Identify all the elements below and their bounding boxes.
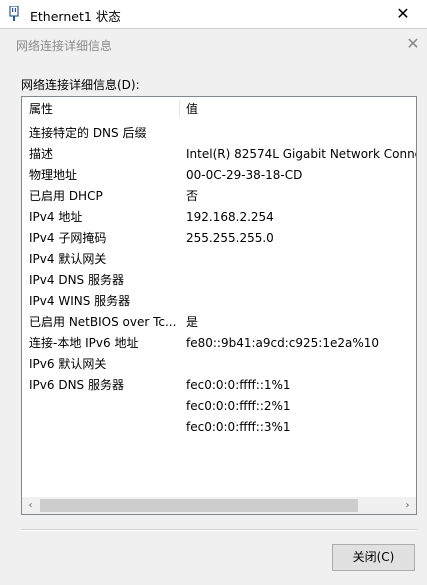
- row-value: [186, 270, 416, 291]
- row-property: 描述: [29, 147, 54, 161]
- table-row[interactable]: IPv4 地址 192.168.2.254: [22, 207, 416, 228]
- row-value: [186, 123, 416, 144]
- row-value: 00-0C-29-38-18-CD: [186, 168, 303, 182]
- table-row[interactable]: IPv6 默认网关: [22, 354, 416, 375]
- details-listview[interactable]: 属性 值 连接特定的 DNS 后缀 描述 Intel(R) 82574L Gig…: [21, 96, 417, 515]
- row-property: IPv6 DNS 服务器: [29, 378, 124, 392]
- horizontal-scrollbar[interactable]: ‹ ›: [22, 497, 416, 514]
- table-row[interactable]: fec0:0:0:ffff::3%1: [22, 417, 416, 438]
- table-row[interactable]: IPv4 WINS 服务器: [22, 291, 416, 312]
- row-property: 物理地址: [29, 168, 78, 182]
- row-value: [186, 354, 416, 375]
- row-property: IPv6 默认网关: [29, 357, 107, 371]
- listview-header: 属性 值: [22, 97, 416, 121]
- table-row[interactable]: 物理地址 00-0C-29-38-18-CD: [22, 165, 416, 186]
- table-row[interactable]: IPv4 DNS 服务器: [22, 270, 416, 291]
- table-row[interactable]: 连接特定的 DNS 后缀: [22, 123, 416, 144]
- table-row[interactable]: 已启用 NetBIOS over Tc... 是: [22, 312, 416, 333]
- scrollbar-thumb[interactable]: [40, 499, 358, 512]
- network-adapter-icon: [8, 5, 20, 22]
- network-details-dialog: 网络连接详细信息 ✕ 网络连接详细信息(D): 属性 值 连接特定的 DNS 后…: [0, 28, 427, 585]
- row-value: fe80::9b41:a9cd:c925:1e2a%10: [186, 336, 379, 350]
- dialog-close-icon[interactable]: ✕: [402, 33, 424, 55]
- row-value: 否: [186, 189, 199, 203]
- parent-window-title: Ethernet1 状态: [30, 9, 121, 24]
- parent-close-icon[interactable]: ✕: [392, 4, 414, 24]
- row-value: 192.168.2.254: [186, 210, 274, 224]
- scroll-right-icon[interactable]: ›: [399, 497, 416, 514]
- row-property: IPv4 默认网关: [29, 252, 107, 266]
- row-value: fec0:0:0:ffff::1%1: [186, 378, 291, 392]
- table-row[interactable]: IPv4 默认网关: [22, 249, 416, 270]
- row-value: fec0:0:0:ffff::3%1: [186, 420, 291, 434]
- row-property: IPv4 WINS 服务器: [29, 294, 131, 308]
- row-property: IPv4 地址: [29, 210, 83, 224]
- row-property: IPv4 DNS 服务器: [29, 273, 124, 287]
- table-row[interactable]: IPv6 DNS 服务器 fec0:0:0:ffff::1%1: [22, 375, 416, 396]
- row-property: [29, 417, 179, 438]
- table-row[interactable]: 已启用 DHCP 否: [22, 186, 416, 207]
- row-property: 连接-本地 IPv6 地址: [29, 336, 139, 350]
- listview-body: 连接特定的 DNS 后缀 描述 Intel(R) 82574L Gigabit …: [22, 123, 416, 493]
- row-property: 连接特定的 DNS 后缀: [29, 126, 147, 140]
- dialog-title: 网络连接详细信息: [16, 39, 113, 53]
- row-value: 是: [186, 315, 199, 329]
- row-value: [186, 249, 416, 270]
- column-header-value[interactable]: 值: [186, 97, 198, 121]
- column-header-property[interactable]: 属性: [29, 97, 53, 121]
- table-row[interactable]: fec0:0:0:ffff::2%1: [22, 396, 416, 417]
- row-property: [29, 396, 179, 417]
- column-separator[interactable]: [179, 100, 180, 118]
- row-value: Intel(R) 82574L Gigabit Network Conne: [186, 147, 416, 161]
- row-value: 255.255.255.0: [186, 231, 274, 245]
- row-property: IPv4 子网掩码: [29, 231, 107, 245]
- divider-highlight: [21, 530, 417, 531]
- table-row[interactable]: 描述 Intel(R) 82574L Gigabit Network Conne: [22, 144, 416, 165]
- details-group-label: 网络连接详细信息(D):: [21, 78, 140, 92]
- row-value: [186, 291, 416, 312]
- close-button[interactable]: 关闭(C): [332, 544, 415, 571]
- row-property: 已启用 DHCP: [29, 189, 103, 203]
- table-row[interactable]: IPv4 子网掩码 255.255.255.0: [22, 228, 416, 249]
- scroll-left-icon[interactable]: ‹: [22, 497, 39, 514]
- table-row[interactable]: 连接-本地 IPv6 地址 fe80::9b41:a9cd:c925:1e2a%…: [22, 333, 416, 354]
- parent-titlebar: Ethernet1 状态 ✕: [0, 0, 427, 28]
- row-property: 已启用 NetBIOS over Tc...: [29, 315, 177, 329]
- row-value: fec0:0:0:ffff::2%1: [186, 399, 291, 413]
